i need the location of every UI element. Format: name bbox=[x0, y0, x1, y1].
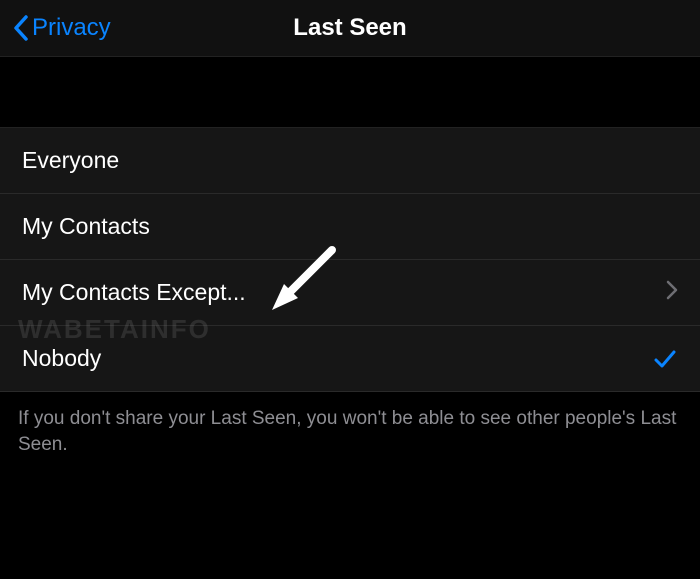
page-title: Last Seen bbox=[293, 14, 406, 42]
back-button[interactable]: Privacy bbox=[12, 14, 111, 42]
checkmark-icon bbox=[652, 346, 678, 372]
option-my-contacts[interactable]: My Contacts bbox=[0, 194, 700, 260]
option-my-contacts-except[interactable]: My Contacts Except... bbox=[0, 260, 700, 326]
navbar: Privacy Last Seen bbox=[0, 0, 700, 56]
option-label: Everyone bbox=[22, 147, 678, 174]
section-spacer bbox=[0, 56, 700, 128]
chevron-left-icon bbox=[12, 14, 30, 42]
footer-text: If you don't share your Last Seen, you w… bbox=[0, 392, 700, 471]
option-label: My Contacts bbox=[22, 213, 678, 240]
chevron-right-icon bbox=[666, 279, 678, 307]
option-everyone[interactable]: Everyone bbox=[0, 128, 700, 194]
back-label: Privacy bbox=[32, 14, 111, 42]
option-label: Nobody bbox=[22, 345, 652, 372]
option-nobody[interactable]: Nobody bbox=[0, 326, 700, 392]
option-label: My Contacts Except... bbox=[22, 279, 666, 306]
options-list: Everyone My Contacts My Contacts Except.… bbox=[0, 128, 700, 392]
